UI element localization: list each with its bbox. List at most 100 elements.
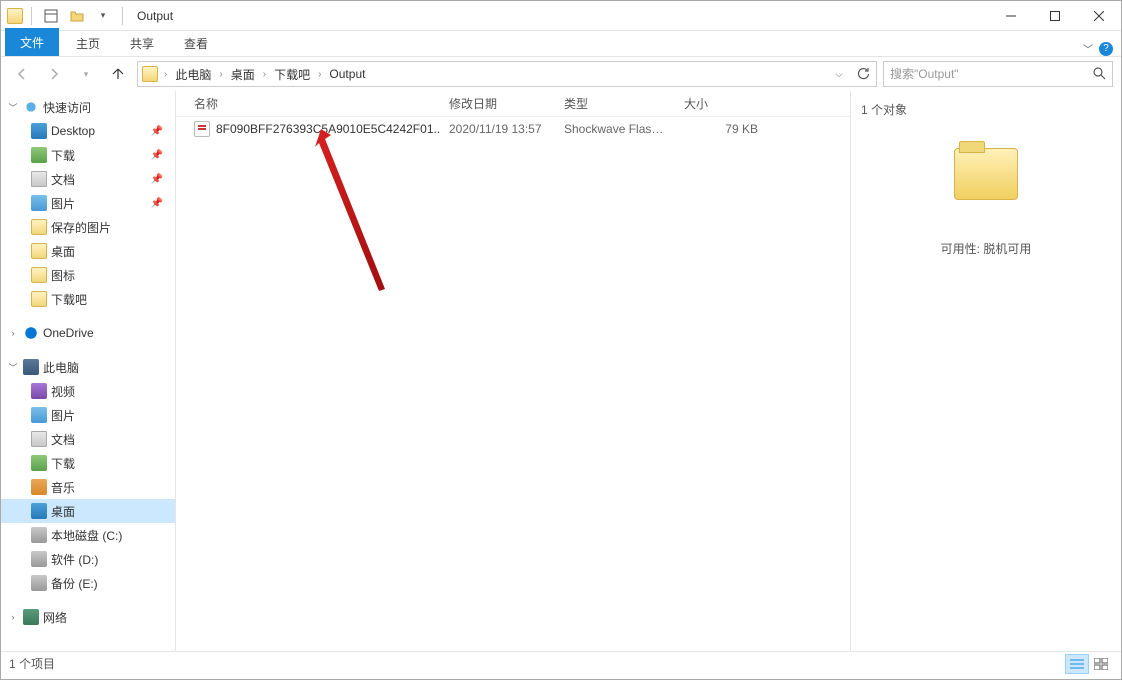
tree-onedrive[interactable]: › OneDrive [1,321,175,345]
details-folder-icon [954,148,1018,200]
tab-view[interactable]: 查看 [169,30,223,56]
tree-label: 网络 [43,609,67,626]
tree-disk-c[interactable]: 本地磁盘 (C:) [1,523,175,547]
chevron-right-icon[interactable]: › [316,69,323,80]
tree-disk-e[interactable]: 备份 (E:) [1,571,175,595]
tree-desktop[interactable]: Desktop 📌 [1,119,175,143]
qat-properties-icon[interactable] [40,5,62,27]
nav-up-button[interactable] [105,61,131,87]
file-name: 8F090BFF276393C5A9010E5C4242F01... [216,122,441,136]
breadcrumb-item[interactable]: 此电脑 [171,63,215,86]
tree-videos[interactable]: 视频 [1,379,175,403]
qat-new-folder-icon[interactable] [66,5,88,27]
tree-label: 图片 [51,407,75,424]
status-item-count: 1 个项目 [9,655,55,672]
tree-documents[interactable]: 文档 📌 [1,167,175,191]
search-input[interactable] [890,67,1106,81]
chevron-right-icon[interactable]: › [261,69,268,80]
breadcrumb-item[interactable]: Output [325,64,369,84]
pin-icon: 📌 [151,174,163,185]
tree-quick-access[interactable]: ﹀ 快速访问 [1,95,175,119]
column-type[interactable]: 类型 [556,91,676,116]
tree-label: 下载 [51,147,75,164]
file-date: 2020/11/19 13:57 [441,120,556,138]
tree-label: 图片 [51,195,75,212]
folder-icon [31,291,47,307]
maximize-button[interactable] [1033,2,1077,30]
pc-icon [23,359,39,375]
refresh-icon[interactable] [852,63,874,85]
tree-disk-d[interactable]: 软件 (D:) [1,547,175,571]
qat-customize-dropdown[interactable]: ▾ [92,5,114,27]
tree-label: 文档 [51,431,75,448]
documents-icon [31,431,47,447]
title-bar: ▾ Output [1,1,1121,31]
tree-label: 视频 [51,383,75,400]
close-button[interactable] [1077,2,1121,30]
tree-pictures2[interactable]: 图片 [1,403,175,427]
help-icon[interactable]: ? [1099,42,1113,56]
search-box[interactable] [883,61,1113,87]
navigation-tree[interactable]: ﹀ 快速访问 Desktop 📌 下载 📌 文档 📌 图片 📌 保存的图片 [1,91,176,651]
file-type: Shockwave Flash... [556,120,676,138]
window-title: Output [137,9,173,23]
tree-label: 备份 (E:) [51,575,98,592]
tree-saved-pictures[interactable]: 保存的图片 [1,215,175,239]
tab-share[interactable]: 共享 [115,30,169,56]
expander-icon[interactable]: ﹀ [7,361,19,374]
expander-icon[interactable]: › [7,328,19,338]
breadcrumb-item[interactable]: 下载吧 [270,63,314,86]
tree-xiazaiba[interactable]: 下载吧 [1,287,175,311]
tree-label: 快速访问 [43,99,91,116]
tree-label: 软件 (D:) [51,551,98,568]
expander-icon[interactable]: › [7,612,19,622]
tree-label: 下载吧 [51,291,87,308]
file-row[interactable]: 8F090BFF276393C5A9010E5C4242F01... 2020/… [176,117,850,141]
folder-icon [31,267,47,283]
tree-downloads[interactable]: 下载 📌 [1,143,175,167]
search-icon[interactable] [1092,66,1106,83]
pin-icon: 📌 [151,150,163,161]
tree-desktop3[interactable]: 桌面 [1,499,175,523]
nav-forward-button[interactable] [41,61,67,87]
tree-downloads2[interactable]: 下载 [1,451,175,475]
network-icon [23,609,39,625]
tree-label: Desktop [51,124,95,138]
tree-icons[interactable]: 图标 [1,263,175,287]
tree-desktop2[interactable]: 桌面 [1,239,175,263]
tab-file[interactable]: 文件 [5,28,59,56]
file-list: 名称 修改日期 类型 大小 8F090BFF276393C5A9010E5C42… [176,91,851,651]
music-icon [31,479,47,495]
swf-file-icon [194,121,210,137]
window-folder-icon [7,8,23,24]
tree-label: 此电脑 [43,359,79,376]
tree-documents2[interactable]: 文档 [1,427,175,451]
view-thumbnails-button[interactable] [1089,654,1113,674]
expander-icon[interactable]: ﹀ [7,101,19,114]
view-details-button[interactable] [1065,654,1089,674]
chevron-right-icon[interactable]: › [162,69,169,80]
column-date[interactable]: 修改日期 [441,91,556,116]
tree-music[interactable]: 音乐 [1,475,175,499]
breadcrumb-item[interactable]: 桌面 [227,63,259,86]
folder-icon [31,219,47,235]
desktop-icon [31,503,47,519]
chevron-right-icon[interactable]: › [217,69,224,80]
minimize-button[interactable] [989,2,1033,30]
tree-pictures[interactable]: 图片 📌 [1,191,175,215]
tab-home[interactable]: 主页 [61,30,115,56]
address-dropdown-icon[interactable]: ⌵ [828,63,850,85]
ribbon-collapse-icon[interactable]: ﹀ [1083,41,1093,56]
address-bar[interactable]: › 此电脑 › 桌面 › 下载吧 › Output ⌵ [137,61,877,87]
column-name[interactable]: 名称 [186,91,441,116]
nav-recent-dropdown[interactable]: ▾ [73,61,99,87]
details-pane: 1 个对象 可用性: 脱机可用 [851,91,1121,651]
tree-this-pc[interactable]: ﹀ 此电脑 [1,355,175,379]
tree-label: 音乐 [51,479,75,496]
pictures-icon [31,407,47,423]
column-size[interactable]: 大小 [676,91,766,116]
nav-back-button[interactable] [9,61,35,87]
tree-network[interactable]: › 网络 [1,605,175,629]
tree-label: 下载 [51,455,75,472]
address-folder-icon [142,66,158,82]
